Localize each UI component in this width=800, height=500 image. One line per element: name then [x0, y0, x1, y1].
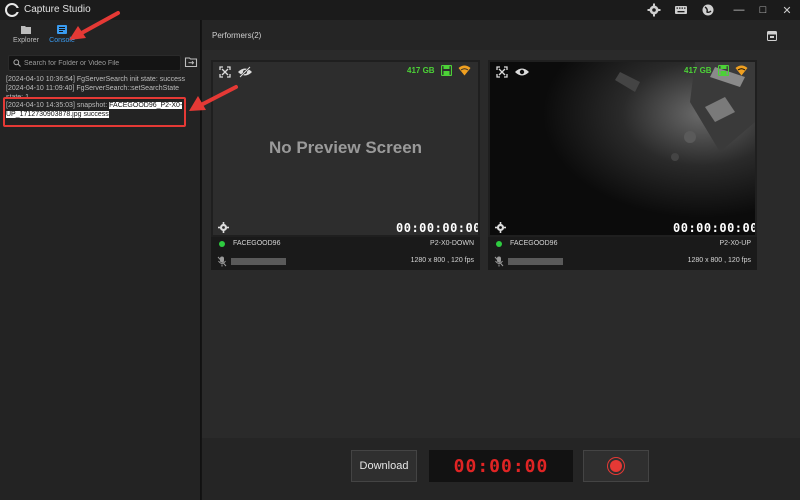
open-folder-icon[interactable] — [184, 55, 198, 69]
performers-title: Performers(2) — [212, 31, 262, 40]
recording-bar: Download 00:00:00 — [202, 438, 800, 500]
tab-explorer-label: Explorer — [12, 37, 40, 44]
globe-icon[interactable] — [701, 3, 715, 17]
annotation-arrow — [189, 85, 238, 111]
timecode: 00:00:00:00 — [673, 221, 755, 235]
performer-name: FACEGOOD96 — [510, 240, 558, 247]
status-dot — [219, 241, 225, 247]
save-icon — [718, 65, 729, 76]
fullscreen-icon[interactable] — [219, 66, 231, 78]
resolution-label: 1280 x 800 , 120 fps — [410, 257, 474, 264]
storage-label: 417 GB — [407, 66, 435, 75]
settings-icon[interactable] — [495, 222, 506, 233]
preview-screen: 417 GB No Preview Screen 00:00:00:00 — [213, 62, 478, 235]
performer-card[interactable]: 417 GB 00:00:00:00 FACEGOOD96 P2-X0-UP 1… — [488, 60, 757, 270]
keyboard-icon[interactable] — [674, 3, 688, 17]
audio-level-bar — [231, 258, 286, 265]
log-line: [2024-04-10 10:36:54] FgServerSearch ini… — [6, 76, 185, 83]
camera-preview-image — [490, 62, 755, 235]
record-button[interactable] — [583, 450, 649, 482]
mic-off-icon[interactable] — [217, 256, 227, 267]
eye-icon[interactable] — [514, 66, 530, 78]
device-name: P2-X0-DOWN — [430, 240, 474, 247]
status-dot — [496, 241, 502, 247]
record-icon — [610, 460, 622, 472]
gear-icon[interactable] — [647, 3, 661, 17]
download-button[interactable]: Download — [351, 450, 417, 482]
close-button[interactable]: ✕ — [775, 0, 799, 20]
mic-off-icon[interactable] — [494, 256, 504, 267]
device-name: P2-X0-UP — [719, 240, 751, 247]
preview-screen: 417 GB 00:00:00:00 — [490, 62, 755, 235]
layout-icon[interactable] — [767, 31, 777, 41]
performer-info: FACEGOOD96 P2-X0-UP 1280 x 800 , 120 fps — [488, 237, 757, 270]
minimize-button[interactable]: — — [727, 0, 751, 20]
storage-label: 417 GB — [684, 66, 712, 75]
settings-icon[interactable] — [218, 222, 229, 233]
main-header: Performers(2) — [202, 20, 800, 50]
search-icon — [13, 59, 21, 67]
audio-level-bar — [508, 258, 563, 265]
resolution-label: 1280 x 800 , 120 fps — [687, 257, 751, 264]
eye-off-icon[interactable] — [237, 66, 253, 78]
search-input[interactable] — [21, 59, 177, 67]
save-icon — [441, 65, 452, 76]
sidebar: Explorer Console [2024-04-10 10:36:54] F… — [0, 20, 201, 500]
folder-icon — [21, 26, 31, 34]
fullscreen-icon[interactable] — [496, 66, 508, 78]
performer-card[interactable]: 417 GB No Preview Screen 00:00:00:00 FAC… — [211, 60, 480, 270]
annotation-arrow — [69, 11, 120, 40]
annotation-box — [3, 97, 186, 127]
wifi-icon — [458, 65, 471, 76]
maximize-button[interactable]: □ — [751, 0, 775, 20]
timecode: 00:00:00:00 — [396, 221, 478, 235]
performer-name: FACEGOOD96 — [233, 240, 281, 247]
wifi-icon — [735, 65, 748, 76]
performer-info: FACEGOOD96 P2-X0-DOWN 1280 x 800 , 120 f… — [211, 237, 480, 270]
no-preview-text: No Preview Screen — [268, 138, 423, 157]
app-logo-icon — [5, 3, 19, 17]
record-timer: 00:00:00 — [429, 450, 573, 482]
search-box — [8, 55, 181, 71]
